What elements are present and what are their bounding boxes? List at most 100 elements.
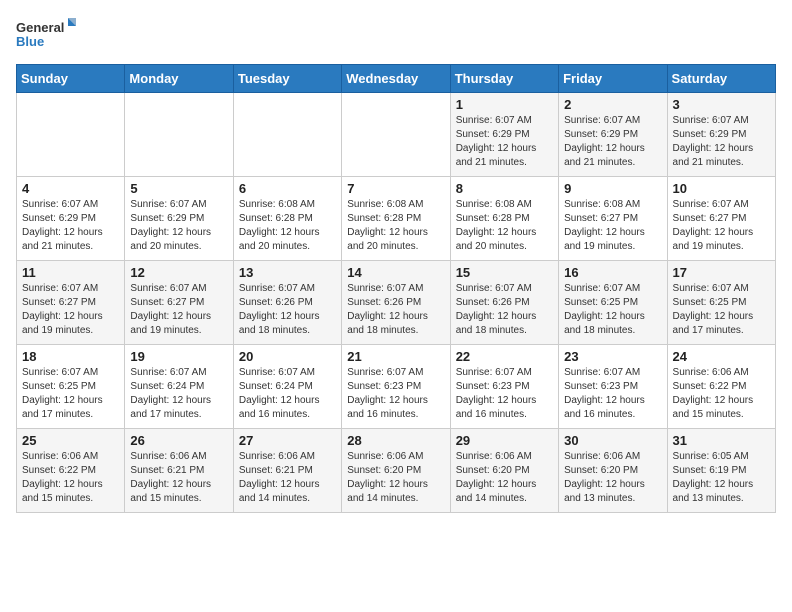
- calendar-cell: 1 Sunrise: 6:07 AM Sunset: 6:29 PM Daylig…: [450, 93, 558, 177]
- day-number: 26: [130, 433, 227, 448]
- day-number: 27: [239, 433, 336, 448]
- calendar-cell: [233, 93, 341, 177]
- week-row-5: 25 Sunrise: 6:06 AM Sunset: 6:22 PM Dayli…: [17, 429, 776, 513]
- day-info: Sunrise: 6:06 AM Sunset: 6:20 PM Dayligh…: [347, 450, 444, 506]
- day-number: 6: [239, 181, 336, 196]
- calendar-cell: 5 Sunrise: 6:07 AM Sunset: 6:29 PM Daylig…: [125, 177, 233, 261]
- calendar-cell: 18Sunrise: 6:07 AM Sunset: 6:25 PM Dayli…: [17, 345, 125, 429]
- calendar-header: SundayMondayTuesdayWednesdayThursdayFrid…: [17, 65, 776, 93]
- calendar-body: 1 Sunrise: 6:07 AM Sunset: 6:29 PM Daylig…: [17, 93, 776, 513]
- calendar-cell: 23Sunrise: 6:07 AM Sunset: 6:23 PM Dayli…: [559, 345, 667, 429]
- calendar-cell: 20 Sunrise: 6:07 AM Sunset: 6:24 PM Dayli…: [233, 345, 341, 429]
- header-row: SundayMondayTuesdayWednesdayThursdayFrid…: [17, 65, 776, 93]
- day-info: Sunrise: 6:07 AM Sunset: 6:23 PM Dayligh…: [456, 366, 553, 422]
- day-info: Sunrise: 6:06 AM Sunset: 6:20 PM Dayligh…: [456, 450, 553, 506]
- day-number: 16: [564, 265, 661, 280]
- day-info: Sunrise: 6:07 AM Sunset: 6:27 PM Dayligh…: [130, 282, 227, 338]
- calendar-cell: [125, 93, 233, 177]
- week-row-2: 4 Sunrise: 6:07 AM Sunset: 6:29 PM Daylig…: [17, 177, 776, 261]
- day-header-sunday: Sunday: [17, 65, 125, 93]
- day-info: Sunrise: 6:07 AM Sunset: 6:26 PM Dayligh…: [347, 282, 444, 338]
- day-number: 31: [673, 433, 770, 448]
- calendar-cell: 3Sunrise: 6:07 AM Sunset: 6:29 PM Daylig…: [667, 93, 775, 177]
- day-info: Sunrise: 6:07 AM Sunset: 6:23 PM Dayligh…: [347, 366, 444, 422]
- calendar-cell: [17, 93, 125, 177]
- calendar-cell: 7 Sunrise: 6:08 AM Sunset: 6:28 PM Daylig…: [342, 177, 450, 261]
- day-info: Sunrise: 6:06 AM Sunset: 6:22 PM Dayligh…: [673, 366, 770, 422]
- day-number: 30: [564, 433, 661, 448]
- calendar-cell: 26 Sunrise: 6:06 AM Sunset: 6:21 PM Dayli…: [125, 429, 233, 513]
- calendar-cell: 4 Sunrise: 6:07 AM Sunset: 6:29 PM Daylig…: [17, 177, 125, 261]
- day-info: Sunrise: 6:08 AM Sunset: 6:28 PM Dayligh…: [347, 198, 444, 254]
- calendar-table: SundayMondayTuesdayWednesdayThursdayFrid…: [16, 64, 776, 513]
- calendar-cell: 22Sunrise: 6:07 AM Sunset: 6:23 PM Dayli…: [450, 345, 558, 429]
- day-info: Sunrise: 6:07 AM Sunset: 6:29 PM Dayligh…: [456, 114, 553, 170]
- calendar-cell: 16 Sunrise: 6:07 AM Sunset: 6:25 PM Dayli…: [559, 261, 667, 345]
- day-info: Sunrise: 6:07 AM Sunset: 6:29 PM Dayligh…: [564, 114, 661, 170]
- day-number: 13: [239, 265, 336, 280]
- day-info: Sunrise: 6:06 AM Sunset: 6:21 PM Dayligh…: [130, 450, 227, 506]
- calendar-cell: 11Sunrise: 6:07 AM Sunset: 6:27 PM Dayli…: [17, 261, 125, 345]
- svg-text:Blue: Blue: [16, 34, 44, 49]
- week-row-3: 11Sunrise: 6:07 AM Sunset: 6:27 PM Dayli…: [17, 261, 776, 345]
- day-number: 4: [22, 181, 119, 196]
- day-info: Sunrise: 6:06 AM Sunset: 6:20 PM Dayligh…: [564, 450, 661, 506]
- day-info: Sunrise: 6:08 AM Sunset: 6:27 PM Dayligh…: [564, 198, 661, 254]
- day-info: Sunrise: 6:06 AM Sunset: 6:22 PM Dayligh…: [22, 450, 119, 506]
- day-info: Sunrise: 6:06 AM Sunset: 6:21 PM Dayligh…: [239, 450, 336, 506]
- day-number: 17: [673, 265, 770, 280]
- logo-svg: General Blue: [16, 16, 76, 52]
- day-number: 3: [673, 97, 770, 112]
- day-info: Sunrise: 6:07 AM Sunset: 6:24 PM Dayligh…: [239, 366, 336, 422]
- calendar-cell: 9 Sunrise: 6:08 AM Sunset: 6:27 PM Daylig…: [559, 177, 667, 261]
- day-info: Sunrise: 6:07 AM Sunset: 6:29 PM Dayligh…: [22, 198, 119, 254]
- day-info: Sunrise: 6:07 AM Sunset: 6:24 PM Dayligh…: [130, 366, 227, 422]
- calendar-cell: 6 Sunrise: 6:08 AM Sunset: 6:28 PM Daylig…: [233, 177, 341, 261]
- calendar-cell: 8Sunrise: 6:08 AM Sunset: 6:28 PM Daylig…: [450, 177, 558, 261]
- day-number: 9: [564, 181, 661, 196]
- day-header-saturday: Saturday: [667, 65, 775, 93]
- day-info: Sunrise: 6:08 AM Sunset: 6:28 PM Dayligh…: [239, 198, 336, 254]
- day-number: 1: [456, 97, 553, 112]
- day-number: 19: [130, 349, 227, 364]
- day-info: Sunrise: 6:07 AM Sunset: 6:26 PM Dayligh…: [239, 282, 336, 338]
- day-info: Sunrise: 6:07 AM Sunset: 6:25 PM Dayligh…: [673, 282, 770, 338]
- header: General Blue: [16, 16, 776, 52]
- day-number: 8: [456, 181, 553, 196]
- day-number: 15: [456, 265, 553, 280]
- calendar-cell: 2Sunrise: 6:07 AM Sunset: 6:29 PM Daylig…: [559, 93, 667, 177]
- day-header-wednesday: Wednesday: [342, 65, 450, 93]
- day-number: 28: [347, 433, 444, 448]
- day-number: 14: [347, 265, 444, 280]
- calendar-cell: 17 Sunrise: 6:07 AM Sunset: 6:25 PM Dayli…: [667, 261, 775, 345]
- day-header-monday: Monday: [125, 65, 233, 93]
- day-number: 20: [239, 349, 336, 364]
- svg-text:General: General: [16, 20, 64, 35]
- day-info: Sunrise: 6:07 AM Sunset: 6:26 PM Dayligh…: [456, 282, 553, 338]
- calendar-cell: 28 Sunrise: 6:06 AM Sunset: 6:20 PM Dayli…: [342, 429, 450, 513]
- day-header-friday: Friday: [559, 65, 667, 93]
- calendar-cell: 30 Sunrise: 6:06 AM Sunset: 6:20 PM Dayli…: [559, 429, 667, 513]
- day-number: 5: [130, 181, 227, 196]
- day-info: Sunrise: 6:07 AM Sunset: 6:27 PM Dayligh…: [673, 198, 770, 254]
- logo: General Blue: [16, 16, 76, 52]
- day-info: Sunrise: 6:07 AM Sunset: 6:25 PM Dayligh…: [564, 282, 661, 338]
- day-number: 7: [347, 181, 444, 196]
- day-info: Sunrise: 6:07 AM Sunset: 6:25 PM Dayligh…: [22, 366, 119, 422]
- calendar-cell: 21Sunrise: 6:07 AM Sunset: 6:23 PM Dayli…: [342, 345, 450, 429]
- week-row-1: 1 Sunrise: 6:07 AM Sunset: 6:29 PM Daylig…: [17, 93, 776, 177]
- calendar-cell: 13 Sunrise: 6:07 AM Sunset: 6:26 PM Dayli…: [233, 261, 341, 345]
- calendar-cell: 15 Sunrise: 6:07 AM Sunset: 6:26 PM Dayli…: [450, 261, 558, 345]
- calendar-cell: 25 Sunrise: 6:06 AM Sunset: 6:22 PM Dayli…: [17, 429, 125, 513]
- day-number: 24: [673, 349, 770, 364]
- calendar-cell: 24 Sunrise: 6:06 AM Sunset: 6:22 PM Dayli…: [667, 345, 775, 429]
- calendar-cell: 14 Sunrise: 6:07 AM Sunset: 6:26 PM Dayli…: [342, 261, 450, 345]
- calendar-cell: [342, 93, 450, 177]
- day-number: 25: [22, 433, 119, 448]
- calendar-cell: 29Sunrise: 6:06 AM Sunset: 6:20 PM Dayli…: [450, 429, 558, 513]
- day-number: 23: [564, 349, 661, 364]
- day-number: 12: [130, 265, 227, 280]
- calendar-cell: 31Sunrise: 6:05 AM Sunset: 6:19 PM Dayli…: [667, 429, 775, 513]
- day-info: Sunrise: 6:07 AM Sunset: 6:29 PM Dayligh…: [130, 198, 227, 254]
- day-header-thursday: Thursday: [450, 65, 558, 93]
